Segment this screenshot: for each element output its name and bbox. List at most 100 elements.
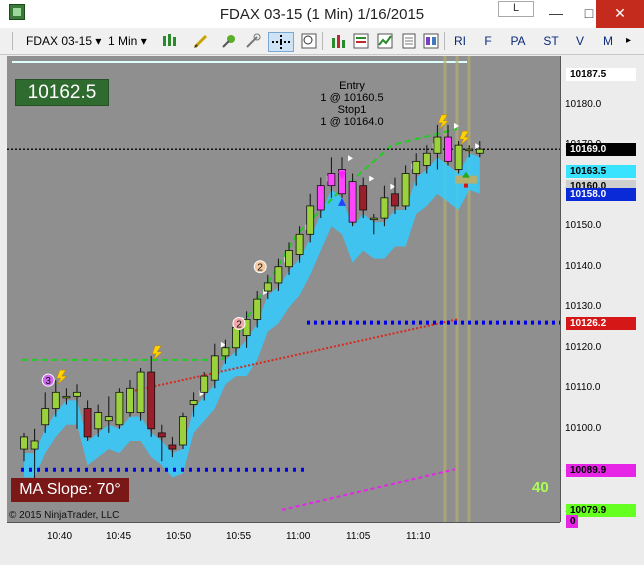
candle-body [422, 152, 431, 166]
candle-body [126, 387, 134, 413]
interval-selector[interactable]: 1 Min ▾ [108, 32, 147, 50]
toolbar-button-v[interactable]: V [572, 32, 588, 50]
candle-body [157, 432, 166, 438]
price-marker-label: 10169.0 [566, 143, 636, 157]
candle-body [189, 400, 198, 405]
candle-body [444, 136, 452, 162]
toolbar-button-f[interactable]: F [480, 32, 496, 50]
lightning-icon [56, 369, 68, 385]
candlestick-style-icon[interactable] [160, 32, 178, 50]
candle-body [62, 395, 71, 399]
data-box-icon[interactable] [352, 32, 370, 50]
toolbar-grip [12, 32, 13, 50]
price-marker-label: 0 [566, 515, 578, 528]
candle-body [221, 347, 230, 357]
toolbar-button-m[interactable]: M [598, 32, 618, 50]
candle-body [263, 282, 272, 292]
candle-body [412, 160, 421, 174]
bar-chart-icon[interactable] [330, 32, 348, 50]
crosshair-icon[interactable] [268, 32, 294, 52]
candle-body [327, 173, 336, 187]
candle-body [83, 408, 92, 438]
chevron-down-icon: ▾ [95, 34, 102, 48]
ma-slope-box: MA Slope: 70° [11, 478, 129, 502]
magenta-trend-line [281, 468, 456, 511]
candle-body [454, 144, 463, 170]
price-tick: 10130.0 [565, 301, 602, 313]
properties-icon[interactable] [400, 32, 418, 50]
trend-cloud [24, 153, 480, 478]
time-axis[interactable]: 10:40 10:45 10:50 10:55 11:00 11:05 11:1… [7, 522, 560, 565]
price-marker-label: 10126.2 [566, 316, 636, 330]
candle-body [253, 298, 262, 320]
candle-body [306, 205, 315, 235]
candle-body [465, 148, 474, 152]
price-tick: 10180.0 [565, 98, 602, 110]
minimize-icon[interactable]: — [546, 0, 566, 28]
candlestick-chart: 3 2 2 [7, 56, 560, 522]
candle-body [316, 185, 325, 211]
lightning-icon [151, 345, 163, 361]
toolbar-overflow-icon[interactable]: ▸ [626, 32, 631, 50]
time-tick: 10:55 [226, 531, 252, 542]
candle-body [168, 444, 177, 450]
price-tick: 10150.0 [565, 220, 602, 232]
entry-order-annotation: Entry 1 @ 10160.5 Stop1 1 @ 10164.0 [307, 80, 397, 128]
candle-body [359, 185, 368, 211]
price-tick: 10110.0 [565, 382, 601, 394]
strategies-icon[interactable] [422, 32, 440, 50]
last-price-box: 10162.5 [15, 79, 109, 106]
candle-body [401, 173, 410, 207]
candle-body [136, 371, 145, 413]
toolbar-button-ri[interactable]: RI [450, 32, 470, 50]
candle-body [30, 440, 39, 450]
time-tick: 11:00 [286, 531, 311, 542]
candle-body [200, 375, 209, 393]
title-bar: FDAX 03-15 (1 Min) 1/16/2015 L — □ ✕ [0, 0, 644, 28]
price-marker-label: 10158.0 [566, 187, 636, 201]
time-tick: 10:40 [47, 531, 73, 542]
candle-body [380, 197, 389, 219]
time-tick: 11:05 [346, 531, 371, 542]
numbered-marker-label: 2 [236, 319, 242, 330]
candle-body [210, 355, 219, 381]
indicators-icon[interactable] [376, 32, 394, 50]
candle-body [348, 181, 357, 223]
drawing-tools-icon[interactable] [192, 32, 210, 50]
candle-body [433, 136, 442, 154]
toolbar-button-pa[interactable]: PA [506, 32, 530, 50]
candle-body [369, 217, 378, 220]
candle-body [51, 391, 60, 409]
entry-line-2: 1 @ 10160.5 [320, 92, 384, 104]
candle-body [274, 266, 283, 284]
copyright-text: © 2015 NinjaTrader, LLC [9, 510, 120, 521]
instrument-selector[interactable]: FDAX 03-15 ▾ [26, 32, 101, 50]
signal-triangle [369, 175, 375, 182]
candle-body [179, 416, 187, 446]
toolbar-separator [322, 32, 323, 50]
bar-counter: 40 [532, 479, 549, 496]
price-axis[interactable]: 10180.010170.010160.010150.010140.010130… [560, 56, 644, 528]
zoom-icon[interactable] [300, 32, 318, 50]
chevron-down-icon: ▾ [140, 34, 147, 48]
time-tick: 10:50 [166, 531, 192, 542]
time-tick: 11:10 [406, 531, 431, 542]
candle-body [94, 412, 103, 430]
entry-line-1: Entry [339, 80, 365, 92]
candle-body [73, 391, 81, 397]
entry-line-4: 1 @ 10164.0 [320, 116, 384, 128]
snap-mode-icon[interactable] [244, 32, 262, 50]
moving-average-line [126, 318, 458, 394]
candle-body [20, 436, 28, 450]
order-stop-marker [464, 183, 468, 188]
time-tick: 10:45 [106, 531, 132, 542]
price-chart-panel[interactable]: 3 2 2 10162.5 Entry 1 @ 10160.5 Stop1 1 @ … [7, 56, 560, 522]
toolbar-button-st[interactable]: ST [540, 32, 562, 50]
crosshair-plus-icon[interactable] [220, 32, 238, 50]
candle-body [115, 391, 124, 426]
candle-body [232, 327, 240, 349]
chart-toolbar: FDAX 03-15 ▾ 1 Min ▾ RI F PA ST V M ▸ [0, 28, 644, 55]
instrument-label: FDAX 03-15 [26, 34, 93, 48]
close-icon[interactable]: ✕ [596, 0, 644, 28]
link-button[interactable]: L [498, 1, 534, 17]
